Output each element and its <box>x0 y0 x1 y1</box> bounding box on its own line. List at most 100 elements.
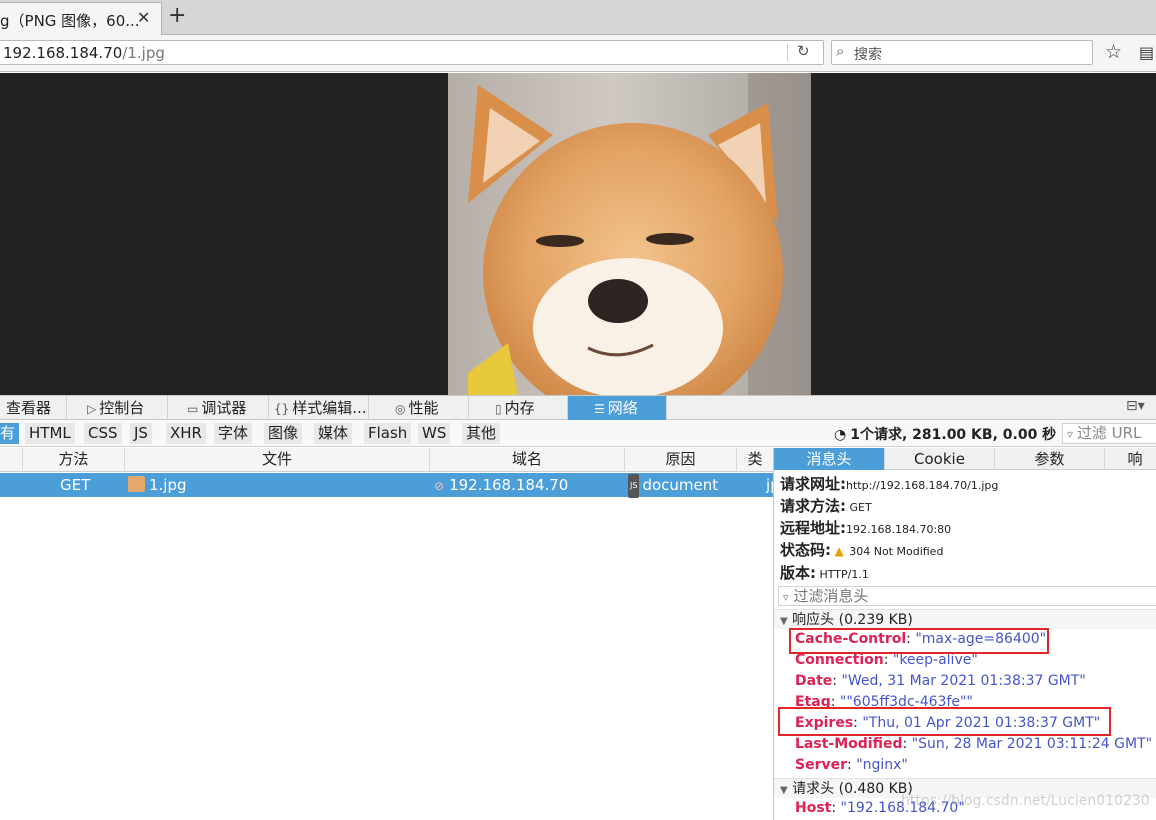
url-bar[interactable]: 192.168.184.70/1.jpg ↻ <box>0 40 824 65</box>
status-label: 状态码: <box>780 541 831 559</box>
browser-tab[interactable]: g（PNG 图像，60... ✕ <box>0 2 162 36</box>
column-domain[interactable]: 域名 <box>430 448 625 472</box>
remote-address-label: 远程地址: <box>780 519 846 537</box>
summary-text: 1个请求, 281.00 KB, 0.00 秒 <box>850 427 1057 443</box>
filter-media-button[interactable]: 媒体 <box>314 423 353 444</box>
dock-menu-icon[interactable]: ⊟▾ <box>1126 398 1145 414</box>
tab-network[interactable]: ☰ 网络 <box>568 396 667 420</box>
table-row[interactable]: GET 1.jpg ⊘192.168.184.70 JSdocument jp <box>0 473 780 498</box>
tab-strip: g（PNG 图像，60... ✕ + <box>0 0 1156 36</box>
tab-debugger-label: 调试器 <box>201 399 247 417</box>
tab-style-editor-label: 样式编辑... <box>292 399 367 417</box>
filter-url-placeholder: 过滤 URL <box>1076 424 1142 442</box>
filter-css-button[interactable]: CSS <box>84 423 122 444</box>
collapse-triangle-icon: ▼ <box>780 785 788 796</box>
bookmark-star-icon[interactable]: ☆ <box>1105 41 1122 63</box>
header-date[interactable]: Date: "Wed, 31 Mar 2021 01:38:37 GMT" <box>795 673 1086 689</box>
column-type[interactable]: 类 <box>737 448 773 472</box>
filter-all-button[interactable]: 有 <box>0 423 20 444</box>
tab-performance[interactable]: ◎ 性能 <box>369 396 469 420</box>
response-headers-title: 响应头 (0.239 KB) <box>792 612 913 628</box>
tab-close-icon[interactable]: ✕ <box>137 8 150 27</box>
reload-icon[interactable]: ↻ <box>797 42 810 60</box>
filter-ws-button[interactable]: WS <box>418 423 451 444</box>
filter-images-button[interactable]: 图像 <box>264 423 303 444</box>
header-value: "keep-alive" <box>892 652 978 668</box>
request-table-header: 方法 文件 域名 原因 类 <box>0 448 773 472</box>
remote-address-row: 远程地址:192.168.184.70:80 <box>780 517 951 538</box>
tab-title: g（PNG 图像，60... <box>0 12 140 30</box>
column-cause[interactable]: 原因 <box>625 448 737 472</box>
network-icon: ☰ <box>594 402 605 416</box>
warning-triangle-icon: ▲ <box>834 544 844 558</box>
tab-response[interactable]: 响 <box>1105 448 1156 470</box>
tab-inspector[interactable]: 查看器 <box>0 396 67 420</box>
new-tab-icon[interactable]: + <box>168 3 186 28</box>
header-connection[interactable]: Connection: "keep-alive" <box>795 652 978 668</box>
header-key: Host <box>795 800 832 816</box>
request-domain-text: 192.168.184.70 <box>449 476 569 494</box>
version-row: 版本: HTTP/1.1 <box>780 562 869 583</box>
tab-memory[interactable]: ▯ 内存 <box>469 396 568 420</box>
url-host: 192.168.184.70 <box>3 44 123 62</box>
response-headers-section[interactable]: ▼ 响应头 (0.239 KB) <box>774 609 1156 629</box>
header-key: Last-Modified <box>795 736 903 752</box>
request-cause-text: document <box>642 476 719 494</box>
filter-html-button[interactable]: HTML <box>25 423 75 444</box>
details-tabs: 消息头 Cookie 参数 响 <box>774 448 1156 470</box>
braces-icon: {} <box>274 402 290 416</box>
filter-flash-button[interactable]: Flash <box>364 423 412 444</box>
image-thumbnail-icon <box>128 476 145 492</box>
tab-style-editor[interactable]: {} 样式编辑... <box>269 396 369 420</box>
dog-illustration <box>468 73 811 395</box>
memory-icon: ▯ <box>495 402 502 416</box>
request-url-label: 请求网址: <box>780 475 846 493</box>
column-file[interactable]: 文件 <box>125 448 430 472</box>
column-method[interactable]: 方法 <box>23 448 125 472</box>
request-summary: ◔ 1个请求, 281.00 KB, 0.00 秒 <box>834 424 1056 444</box>
tab-console[interactable]: ▷ 控制台 <box>67 396 168 420</box>
tab-performance-label: 性能 <box>408 399 439 417</box>
filter-fonts-button[interactable]: 字体 <box>214 423 253 444</box>
header-value: "nginx" <box>856 757 908 773</box>
filter-other-button[interactable]: 其他 <box>462 423 501 444</box>
request-method-label: 请求方法: <box>780 497 846 515</box>
filter-headers-icon: ▿ <box>783 591 789 604</box>
insecure-lock-icon: ⊘ <box>434 479 445 493</box>
filter-js-button[interactable]: JS <box>130 423 152 444</box>
tab-headers[interactable]: 消息头 <box>774 448 885 470</box>
tab-console-label: 控制台 <box>99 399 145 417</box>
search-input[interactable]: ⌕ 搜索 <box>831 40 1093 65</box>
request-domain: ⊘ 192.168.184.70 <box>434 473 568 497</box>
filter-xhr-button[interactable]: XHR <box>166 423 206 444</box>
filter-url-input[interactable]: ▿ 过滤 URL <box>1062 423 1156 444</box>
tab-debugger[interactable]: ▭ 调试器 <box>168 396 269 420</box>
url-path: /1.jpg <box>122 44 165 62</box>
watermark: https://blog.csdn.net/Lucien010230 <box>901 793 1150 809</box>
header-key: Date <box>795 673 833 689</box>
filter-headers-placeholder: 过滤消息头 <box>793 587 869 605</box>
column-status[interactable] <box>0 448 23 472</box>
header-value: "Sun, 28 Mar 2021 03:11:24 GMT" <box>911 736 1153 752</box>
header-server[interactable]: Server: "nginx" <box>795 757 908 773</box>
tab-network-label: 网络 <box>607 399 638 417</box>
shiba-dog-photo <box>448 73 811 395</box>
highlight-box-expires <box>778 707 1111 736</box>
request-url-row: 请求网址:http://192.168.184.70/1.jpg <box>780 473 998 494</box>
summary-icon: ◔ <box>834 427 847 443</box>
tab-params[interactable]: 参数 <box>995 448 1105 470</box>
filter-headers-input[interactable]: ▿ 过滤消息头 <box>778 586 1156 606</box>
header-key: Server <box>795 757 848 773</box>
tab-cookies[interactable]: Cookie <box>885 448 995 470</box>
url-divider <box>787 44 788 61</box>
request-method: GET <box>60 476 91 494</box>
request-method-row: 请求方法: GET <box>780 495 872 516</box>
version-label: 版本: <box>780 564 816 582</box>
header-last-modified[interactable]: Last-Modified: "Sun, 28 Mar 2021 03:11:2… <box>795 736 1152 752</box>
request-url-value: http://192.168.184.70/1.jpg <box>846 479 999 492</box>
tab-inspector-label: 查看器 <box>6 399 52 417</box>
request-details-panel: 消息头 Cookie 参数 响 请求网址:http://192.168.184.… <box>773 448 1156 820</box>
remote-address-value: 192.168.184.70:80 <box>846 523 952 536</box>
library-icon[interactable]: ▤ <box>1139 43 1154 62</box>
request-headers-title: 请求头 (0.480 KB) <box>792 781 913 797</box>
